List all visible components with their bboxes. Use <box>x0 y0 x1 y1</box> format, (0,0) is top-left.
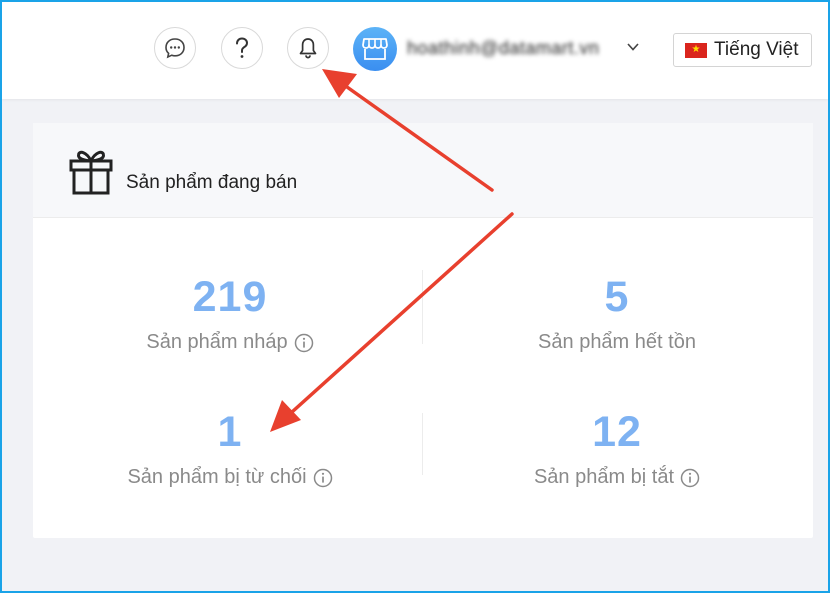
stat-value: 1 <box>217 408 243 456</box>
stat-label: Sản phẩm bị tắt <box>533 466 675 488</box>
stat-label-row: Sản phẩm bị tắt <box>422 466 812 489</box>
shop-avatar[interactable] <box>353 27 397 71</box>
language-label: Tiếng Việt <box>714 39 799 60</box>
stat-out-of-stock-products[interactable]: 5 Sản phẩm hết tồn <box>422 273 812 354</box>
stat-disabled-products[interactable]: 12 Sản phẩm bị tắt <box>422 408 812 489</box>
stat-draft-products[interactable]: 219 Sản phẩm nháp <box>35 273 425 354</box>
language-selector[interactable]: ★ Tiếng Việt <box>673 33 812 67</box>
stat-value: 219 <box>192 273 268 321</box>
bell-icon <box>299 38 317 59</box>
account-email[interactable]: hoathinh@datamart.vn <box>407 38 617 62</box>
info-icon[interactable] <box>313 468 333 488</box>
top-header-bar: hoathinh@datamart.vn ★ Tiếng Việt <box>2 2 828 99</box>
chevron-down-icon[interactable] <box>626 42 640 52</box>
notification-button[interactable] <box>287 27 329 69</box>
stat-label-row: Sản phẩm hết tồn <box>422 331 812 354</box>
chat-button[interactable] <box>154 27 196 69</box>
info-icon[interactable] <box>294 333 314 353</box>
card-header: Sản phẩm đang bán <box>33 123 813 218</box>
help-button[interactable] <box>221 27 263 69</box>
chat-bubble-icon <box>165 38 185 59</box>
products-on-sale-card: Sản phẩm đang bán 219 Sản phẩm nháp 5 Sả… <box>33 123 813 538</box>
gift-icon <box>69 150 113 195</box>
stat-rejected-products[interactable]: 1 Sản phẩm bị từ chối <box>35 408 425 489</box>
stat-label-row: Sản phẩm nháp <box>35 331 425 354</box>
stat-label: Sản phẩm bị từ chối <box>127 466 307 488</box>
info-icon[interactable] <box>680 468 700 488</box>
stat-value: 5 <box>604 273 630 321</box>
card-title: Sản phẩm đang bán <box>126 172 298 193</box>
vietnam-flag-icon: ★ <box>685 42 707 58</box>
shop-storefront-icon <box>362 38 388 60</box>
screenshot-frame: hoathinh@datamart.vn ★ Tiếng Việt Sản ph… <box>0 0 830 593</box>
question-mark-icon <box>236 37 249 58</box>
stat-label: Sản phẩm nháp <box>146 331 288 353</box>
stat-label: Sản phẩm hết tồn <box>538 331 696 353</box>
stat-label-row: Sản phẩm bị từ chối <box>35 466 425 489</box>
stat-value: 12 <box>592 408 642 456</box>
